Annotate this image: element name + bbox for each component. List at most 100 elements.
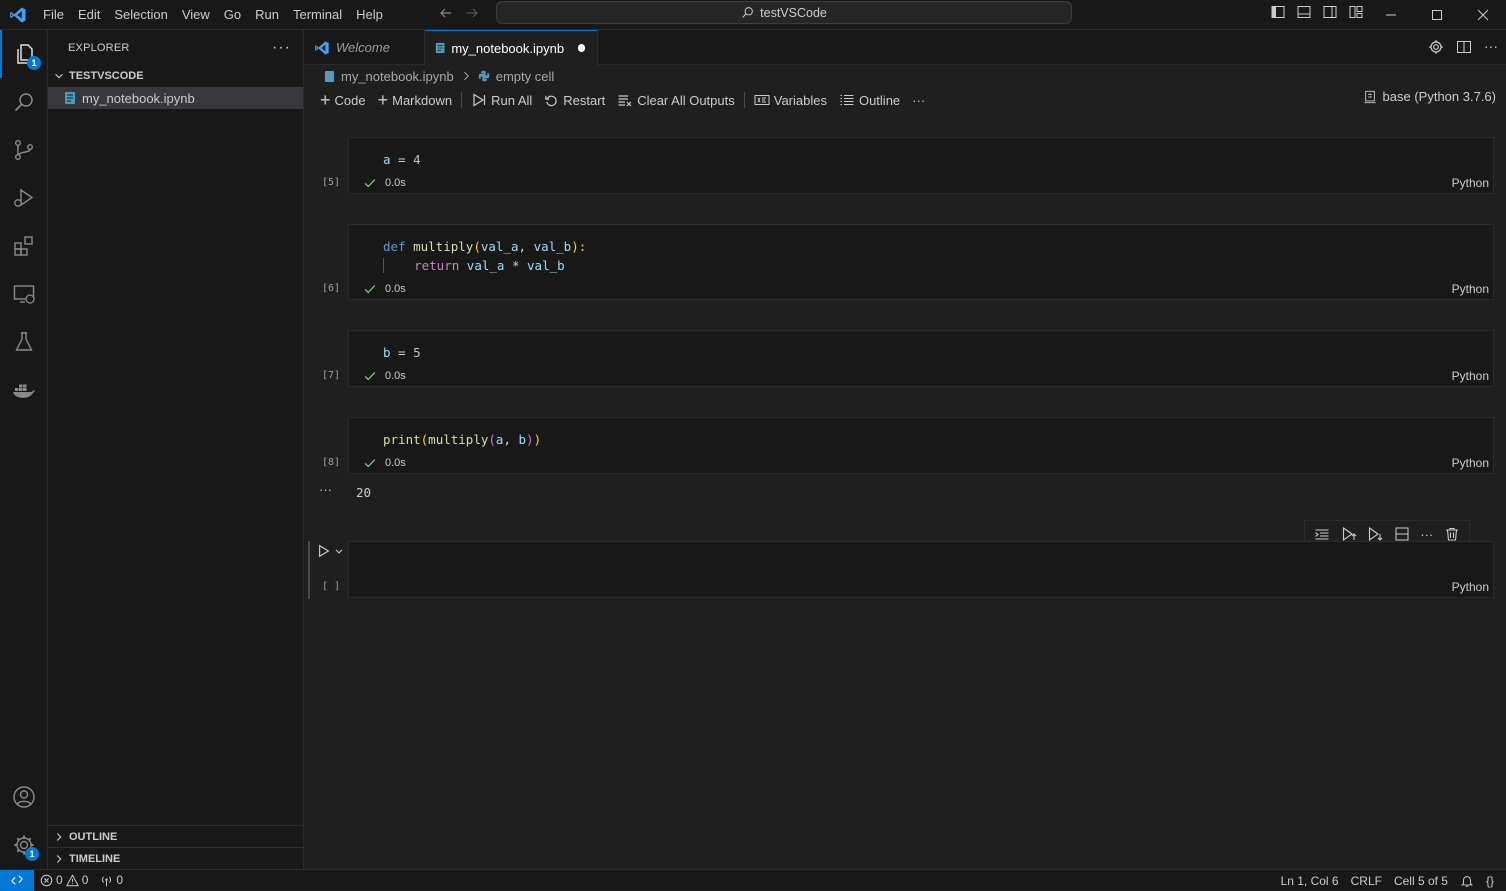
add-code-cell-button[interactable]: + Code	[314, 89, 372, 111]
remote-icon	[11, 875, 23, 885]
command-center-search[interactable]: testVSCode	[496, 1, 1072, 24]
menu-selection[interactable]: Selection	[107, 0, 174, 30]
source-control-icon[interactable]	[0, 126, 48, 174]
chevron-right-icon	[56, 832, 62, 841]
cell-code[interactable]: b = 5	[383, 343, 421, 362]
cell-execution-count: [ ]	[322, 581, 341, 592]
explorer-icon[interactable]: 1	[0, 30, 48, 78]
cell-language[interactable]: Python	[1452, 580, 1489, 594]
toggle-secondary-sidebar-icon[interactable]	[1322, 4, 1338, 20]
warning-icon	[65, 873, 79, 886]
code-token: val_a	[480, 239, 519, 254]
cell-language[interactable]: Python	[1452, 456, 1489, 470]
menu-help[interactable]: Help	[349, 0, 390, 30]
clear-all-icon	[618, 95, 632, 107]
docker-icon[interactable]	[0, 366, 48, 414]
ports-indicator[interactable]: 0	[94, 873, 129, 887]
customize-layout-icon[interactable]	[1348, 4, 1364, 20]
more-actions-icon[interactable]: ···	[1420, 527, 1433, 542]
tab-welcome[interactable]: Welcome	[304, 30, 425, 65]
code-cell[interactable]: print(multiply(a, b)) 0.0s Python	[348, 417, 1494, 474]
back-arrow-icon[interactable]	[438, 5, 454, 21]
run-all-button[interactable]: Run All	[465, 89, 538, 111]
notebook-settings-gear-icon[interactable]	[1428, 39, 1444, 55]
bell-icon[interactable]	[1454, 874, 1480, 888]
outline-button[interactable]: Outline	[833, 89, 906, 111]
toolbar-divider	[743, 92, 745, 108]
menu-edit[interactable]: Edit	[71, 0, 107, 30]
restart-button[interactable]: Restart	[538, 89, 611, 111]
cell-duration: 0.0s	[385, 457, 406, 469]
explorer-sidebar: EXPLORER ··· TESTVSCODE my_notebook.ipyn…	[48, 30, 304, 869]
tab-actions: ···	[1428, 39, 1498, 55]
code-cell-empty[interactable]: Python	[348, 541, 1494, 598]
settings-gear-icon[interactable]: 1	[0, 821, 48, 869]
unsaved-dot-icon[interactable]	[578, 44, 585, 52]
timeline-section[interactable]: TIMELINE	[48, 847, 303, 869]
accounts-icon[interactable]	[0, 773, 48, 821]
toolbar-more-button[interactable]: ···	[906, 89, 931, 111]
file-item[interactable]: my_notebook.ipynb	[48, 87, 303, 109]
run-cell-button[interactable]	[317, 544, 344, 558]
line-ending[interactable]: CRLF	[1345, 874, 1388, 888]
menu-go[interactable]: Go	[217, 0, 248, 30]
toggle-primary-sidebar-icon[interactable]	[1270, 4, 1286, 20]
more-actions-icon[interactable]: ···	[272, 39, 291, 57]
search-icon[interactable]	[0, 78, 48, 126]
tab-my-notebook[interactable]: my_notebook.ipynb	[425, 30, 598, 65]
cell-language[interactable]: Python	[1452, 176, 1489, 190]
cursor-position[interactable]: Ln 1, Col 6	[1275, 874, 1345, 888]
execute-below-icon[interactable]	[1367, 526, 1383, 542]
toggle-panel-icon[interactable]	[1296, 4, 1312, 20]
code-token: a	[383, 152, 391, 167]
add-markdown-cell-button[interactable]: + Markdown	[372, 89, 458, 111]
menu-file[interactable]: File	[36, 0, 71, 30]
execute-above-icon[interactable]	[1341, 526, 1357, 542]
breadcrumb-cell[interactable]: empty cell	[496, 69, 555, 84]
remote-explorer-icon[interactable]	[0, 270, 48, 318]
code-cell[interactable]: def multiply(val_a, val_b): return val_a…	[348, 224, 1494, 300]
cell-language[interactable]: Python	[1452, 282, 1489, 296]
menu-terminal[interactable]: Terminal	[286, 0, 349, 30]
cell-execution-count: [8]	[322, 457, 341, 468]
file-name: my_notebook.ipynb	[82, 90, 195, 106]
more-actions-icon[interactable]: ···	[1484, 39, 1498, 55]
maximize-icon[interactable]	[1414, 0, 1460, 30]
delete-trash-icon[interactable]	[1444, 526, 1460, 542]
run-by-line-icon[interactable]	[1314, 526, 1330, 542]
remote-indicator[interactable]	[0, 869, 34, 891]
clear-all-outputs-button[interactable]: Clear All Outputs	[611, 89, 741, 111]
cell-code[interactable]: def multiply(val_a, val_b): return val_a…	[383, 237, 586, 275]
json-braces-icon[interactable]: {}	[1480, 874, 1500, 888]
run-debug-icon[interactable]	[0, 174, 48, 222]
check-icon	[364, 372, 376, 381]
variables-button[interactable]: Variables	[748, 89, 833, 111]
outline-section[interactable]: OUTLINE	[48, 825, 303, 847]
cell-indicator[interactable]: Cell 5 of 5	[1388, 874, 1454, 888]
code-token: ,	[518, 239, 534, 254]
cell-code[interactable]: print(multiply(a, b))	[383, 430, 541, 449]
output-more-button[interactable]: ···	[319, 482, 332, 497]
restart-label: Restart	[563, 92, 606, 108]
close-icon[interactable]	[1460, 0, 1506, 30]
code-token: 4	[413, 152, 421, 167]
breadcrumb-file[interactable]: my_notebook.ipynb	[341, 69, 454, 84]
kernel-picker[interactable]: base (Python 3.7.6)	[1363, 89, 1496, 104]
add-code-label: Code	[334, 92, 366, 108]
code-cell[interactable]: b = 5 0.0s Python	[348, 330, 1494, 387]
forward-arrow-icon[interactable]	[464, 5, 480, 21]
problems-indicator[interactable]: 0 0	[34, 873, 94, 887]
code-cell[interactable]: a = 4 0.0s Python	[348, 137, 1494, 194]
split-editor-icon[interactable]	[1456, 39, 1472, 55]
minimize-icon[interactable]	[1368, 0, 1414, 30]
split-cell-icon[interactable]	[1394, 526, 1410, 542]
code-token: (	[473, 239, 481, 254]
status-right: Ln 1, Col 6 CRLF Cell 5 of 5 {}	[1275, 870, 1500, 891]
extensions-icon[interactable]	[0, 222, 48, 270]
folder-section[interactable]: TESTVSCODE	[48, 65, 303, 87]
cell-language[interactable]: Python	[1452, 369, 1489, 383]
menu-run[interactable]: Run	[248, 0, 286, 30]
menu-view[interactable]: View	[175, 0, 217, 30]
cell-code[interactable]: a = 4	[383, 150, 421, 169]
testing-flask-icon[interactable]	[0, 318, 48, 366]
